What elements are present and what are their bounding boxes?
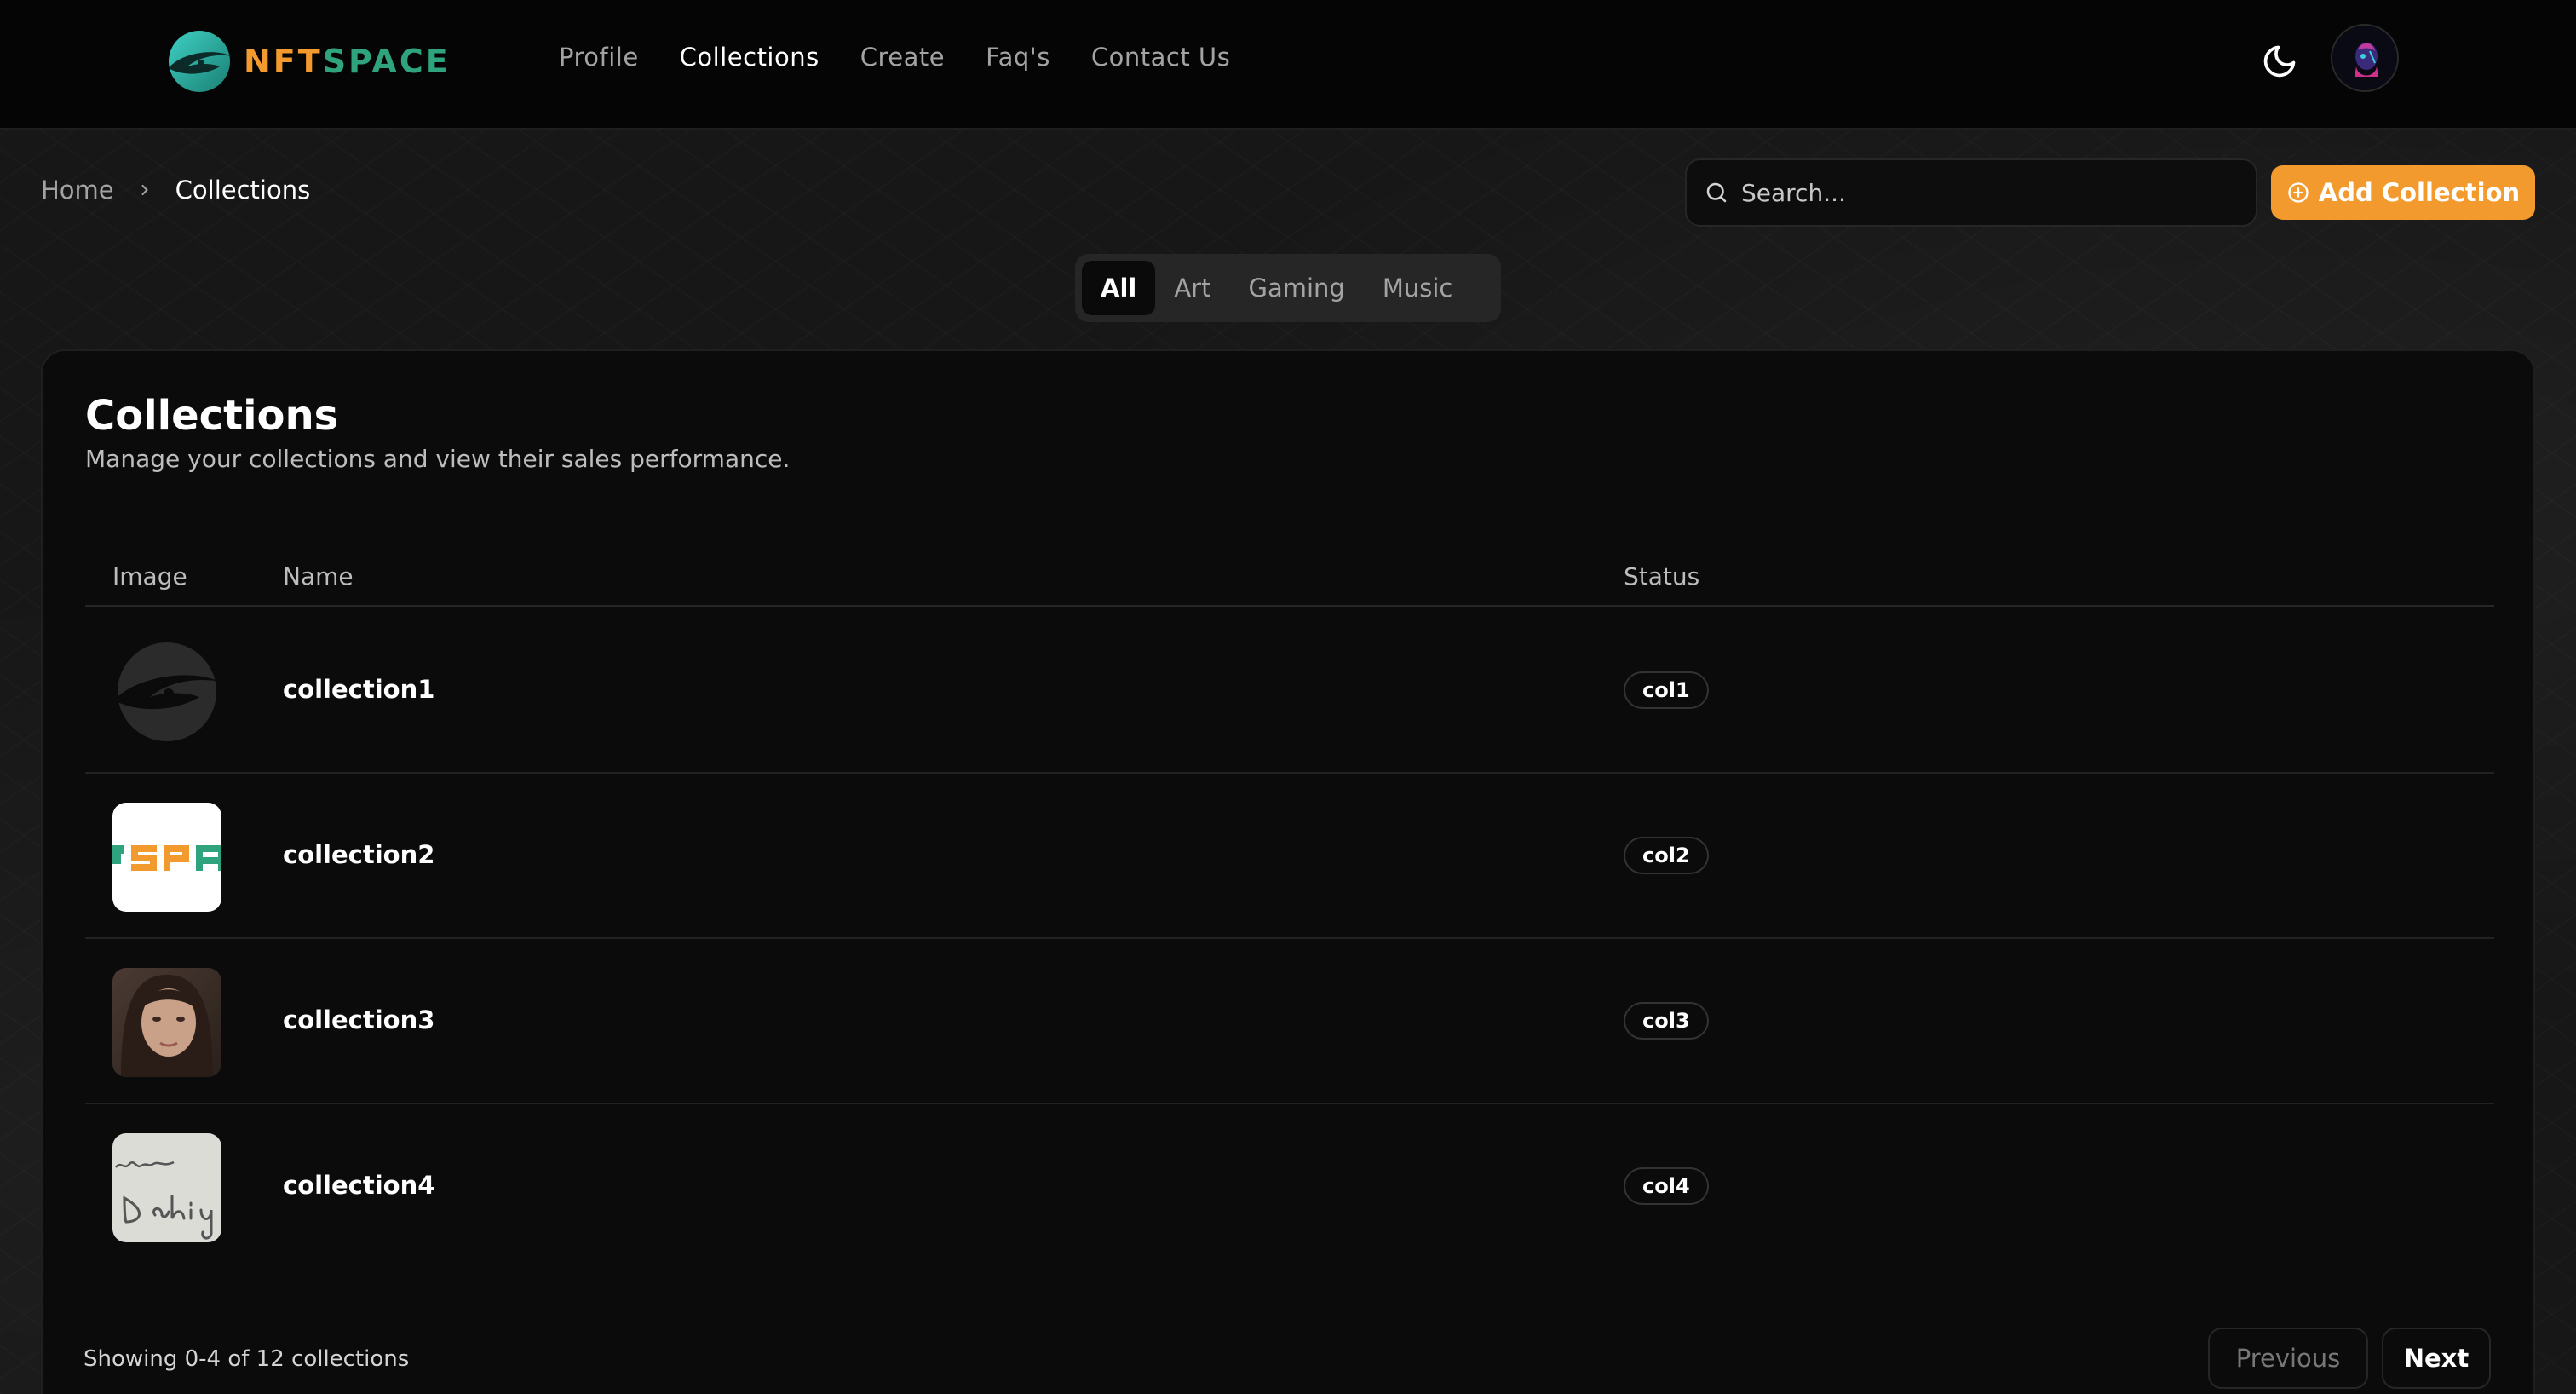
logo-text-space: SPACE bbox=[322, 43, 451, 80]
column-header-name: Name bbox=[283, 562, 354, 590]
tab-art[interactable]: Art bbox=[1155, 261, 1229, 315]
card-title: Collections bbox=[85, 392, 339, 440]
column-header-status: Status bbox=[1624, 562, 1700, 590]
table-row[interactable]: collection1 col1 bbox=[85, 608, 2494, 774]
breadcrumb-current: Collections bbox=[175, 176, 311, 204]
collections-card: Collections Manage your collections and … bbox=[41, 349, 2535, 1394]
collection-name: collection4 bbox=[283, 1171, 435, 1200]
collection-name: collection2 bbox=[283, 840, 435, 869]
search-input[interactable] bbox=[1741, 178, 2218, 207]
search-box bbox=[1685, 158, 2257, 227]
collection-thumbnail bbox=[112, 803, 221, 912]
collection-thumbnail bbox=[112, 637, 221, 746]
nav-collections[interactable]: Collections bbox=[680, 43, 819, 72]
next-page-button[interactable]: Next bbox=[2382, 1328, 2491, 1389]
table-row[interactable]: collection2 col2 bbox=[85, 774, 2494, 939]
status-badge: col4 bbox=[1624, 1167, 1709, 1205]
collection-thumbnail bbox=[112, 968, 221, 1077]
logo-text-nft: NFT bbox=[244, 43, 323, 80]
column-header-image: Image bbox=[112, 562, 187, 590]
chevron-right-icon bbox=[141, 184, 148, 196]
table-row[interactable]: collection4 col4 bbox=[85, 1104, 2494, 1270]
category-tabs: All Art Gaming Music bbox=[1075, 254, 1501, 322]
moon-icon bbox=[2263, 45, 2296, 78]
text-logo-crop-image bbox=[112, 803, 221, 912]
collection-name: collection1 bbox=[283, 675, 435, 704]
tab-music[interactable]: Music bbox=[1364, 261, 1472, 315]
search-icon bbox=[1706, 182, 1727, 203]
tab-gaming[interactable]: Gaming bbox=[1229, 261, 1363, 315]
table-row[interactable]: collection3 col3 bbox=[85, 939, 2494, 1104]
pagination-summary: Showing 0-4 of 12 collections bbox=[83, 1346, 410, 1372]
brand-logo[interactable]: NFTSPACE bbox=[164, 27, 451, 95]
nav-contact-us[interactable]: Contact Us bbox=[1091, 43, 1230, 72]
add-collection-button[interactable]: Add Collection bbox=[2271, 165, 2535, 220]
nav-profile[interactable]: Profile bbox=[559, 43, 639, 72]
plus-circle-icon bbox=[2288, 182, 2309, 203]
card-description: Manage your collections and view their s… bbox=[85, 445, 791, 473]
breadcrumb-home[interactable]: Home bbox=[41, 176, 114, 204]
collection-name: collection3 bbox=[283, 1005, 435, 1034]
main-nav: Profile Collections Create Faq's Contact… bbox=[559, 43, 1230, 72]
table-header: Image Name Status bbox=[85, 540, 2494, 607]
collection-thumbnail bbox=[112, 1133, 221, 1242]
status-badge: col1 bbox=[1624, 671, 1709, 709]
logo-mark-image bbox=[112, 637, 221, 746]
theme-toggle-button[interactable] bbox=[2256, 37, 2303, 85]
tab-all[interactable]: All bbox=[1082, 261, 1156, 315]
breadcrumb: Home Collections bbox=[41, 176, 310, 204]
logo-icon bbox=[169, 31, 232, 92]
previous-page-button[interactable]: Previous bbox=[2208, 1328, 2368, 1389]
top-navbar: NFTSPACE Profile Collections Create Faq'… bbox=[0, 0, 2576, 130]
nav-faqs[interactable]: Faq's bbox=[986, 43, 1050, 72]
handwriting-image bbox=[112, 1133, 221, 1242]
avatar-image bbox=[2332, 26, 2397, 90]
add-collection-label: Add Collection bbox=[2318, 178, 2521, 207]
logo-wordmark: NFTSPACE bbox=[244, 43, 451, 80]
user-avatar[interactable] bbox=[2331, 24, 2399, 92]
nav-create[interactable]: Create bbox=[860, 43, 945, 72]
status-badge: col3 bbox=[1624, 1002, 1709, 1040]
status-badge: col2 bbox=[1624, 837, 1709, 874]
portrait-photo-image bbox=[112, 968, 221, 1077]
